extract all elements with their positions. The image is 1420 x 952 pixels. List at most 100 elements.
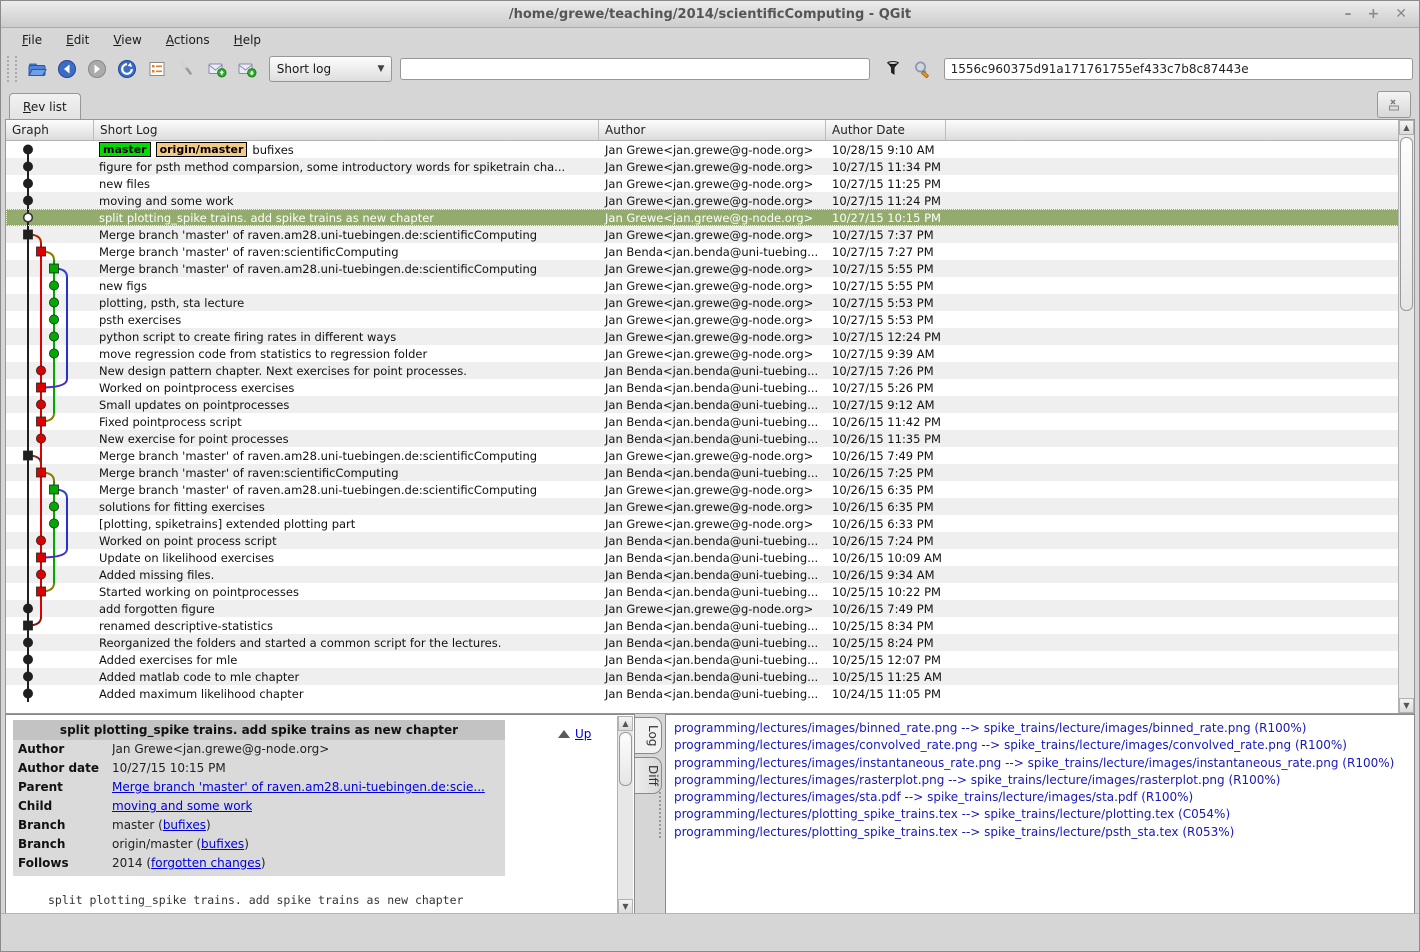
- diff-file-line[interactable]: programming/lectures/images/sta.pdf --> …: [674, 789, 1406, 806]
- toolbar-handle-icon[interactable]: [7, 56, 17, 82]
- detail-link[interactable]: forgotten changes: [151, 856, 261, 870]
- diff-file-line[interactable]: programming/lectures/images/instantaneou…: [674, 755, 1406, 772]
- diff-file-line[interactable]: programming/lectures/plotting_spike_trai…: [674, 824, 1406, 841]
- detail-link[interactable]: bufixes: [201, 837, 244, 851]
- detail-scrollbar[interactable]: ▲ ▼: [617, 716, 633, 914]
- diff-file-line[interactable]: programming/lectures/plotting_spike_trai…: [674, 806, 1406, 823]
- column-header-author[interactable]: Author: [599, 120, 826, 140]
- commit-row[interactable]: New exercise for point processesJan Bend…: [6, 430, 1399, 447]
- tab-corner-button[interactable]: [1377, 91, 1411, 118]
- splitter-handle[interactable]: [659, 792, 663, 838]
- date-cell: 10/26/15 6:33 PM: [826, 517, 1399, 531]
- detail-link[interactable]: moving and some work: [112, 799, 252, 813]
- forward-button[interactable]: [83, 55, 111, 83]
- apply-patch-button[interactable]: [233, 55, 261, 83]
- commit-row[interactable]: Started working on pointprocessesJan Ben…: [6, 583, 1399, 600]
- commit-row[interactable]: Worked on pointprocess exercisesJan Bend…: [6, 379, 1399, 396]
- commit-row[interactable]: Merge branch 'master' of raven.am28.uni-…: [6, 226, 1399, 243]
- diff-file-line[interactable]: programming/lectures/images/convolved_ra…: [674, 737, 1406, 754]
- commit-row[interactable]: Added maximum likelihood chapterJan Bend…: [6, 685, 1399, 702]
- menu-view[interactable]: View: [104, 30, 150, 50]
- column-header-author-date[interactable]: Author Date: [826, 120, 946, 140]
- view-mode-select[interactable]: Short log ▼: [269, 56, 393, 82]
- author-cell: Jan Benda<jan.benda@uni-tuebing...: [599, 619, 826, 633]
- filter-input[interactable]: [400, 58, 869, 80]
- detail-link[interactable]: bufixes: [163, 818, 206, 832]
- commit-row[interactable]: new figsJan Grewe<jan.grewe@g-node.org>1…: [6, 277, 1399, 294]
- reload-button[interactable]: [113, 55, 141, 83]
- scroll-up-icon[interactable]: ▲: [618, 716, 633, 731]
- commit-row[interactable]: new filesJan Grewe<jan.grewe@g-node.org>…: [6, 175, 1399, 192]
- commit-row[interactable]: Merge branch 'master' of raven.am28.uni-…: [6, 481, 1399, 498]
- commit-row[interactable]: Merge branch 'master' of raven:scientifi…: [6, 464, 1399, 481]
- commit-graph: [6, 158, 94, 175]
- column-header-short-log[interactable]: Short Log: [94, 120, 599, 140]
- tab-log[interactable]: Log: [635, 717, 662, 754]
- short-log-cell: split plotting_spike trains. add spike t…: [94, 211, 599, 225]
- commit-row[interactable]: moving and some workJan Grewe<jan.grewe@…: [6, 192, 1399, 209]
- search-edit-button[interactable]: [909, 55, 936, 83]
- commit-row[interactable]: Merge branch 'master' of raven.am28.uni-…: [6, 260, 1399, 277]
- title-bar[interactable]: /home/grewe/teaching/2014/scientificComp…: [1, 1, 1419, 28]
- commit-row[interactable]: Worked on point process scriptJan Benda<…: [6, 532, 1399, 549]
- tab-diff[interactable]: Diff: [635, 757, 662, 794]
- commit-row[interactable]: renamed descriptive-statisticsJan Benda<…: [6, 617, 1399, 634]
- open-folder-button[interactable]: [23, 55, 51, 83]
- sha-input[interactable]: [944, 58, 1413, 80]
- commit-row[interactable]: Merge branch 'master' of raven:scientifi…: [6, 243, 1399, 260]
- commit-row[interactable]: Merge branch 'master' of raven.am28.uni-…: [6, 447, 1399, 464]
- tab-rev-list[interactable]: Rev list: [9, 93, 81, 120]
- scroll-down-icon[interactable]: ▼: [1399, 698, 1414, 713]
- scrollbar-thumb[interactable]: [1400, 137, 1413, 311]
- short-log-cell: Added exercises for mle: [94, 653, 599, 667]
- detail-link[interactable]: Merge branch 'master' of raven.am28.uni-…: [112, 780, 485, 794]
- commit-row[interactable]: New design pattern chapter. Next exercis…: [6, 362, 1399, 379]
- commit-row[interactable]: plotting, psth, sta lectureJan Grewe<jan…: [6, 294, 1399, 311]
- menu-file[interactable]: File: [13, 30, 51, 50]
- scroll-up-icon[interactable]: ▲: [1399, 120, 1414, 135]
- menu-actions[interactable]: Actions: [157, 30, 219, 50]
- minimize-button[interactable]: –: [1345, 7, 1352, 21]
- up-link[interactable]: Up: [558, 727, 591, 741]
- commit-graph: [6, 345, 94, 362]
- save-patch-button[interactable]: [203, 55, 231, 83]
- commit-row[interactable]: Added matlab code to mle chapterJan Bend…: [6, 668, 1399, 685]
- commit-row-selected[interactable]: split plotting_spike trains. add spike t…: [6, 209, 1399, 226]
- commit-row[interactable]: Update on likelihood exercisesJan Benda<…: [6, 549, 1399, 566]
- short-log-cell: Reorganized the folders and started a co…: [94, 636, 599, 650]
- commit-detail-box: split plotting_spike trains. add spike t…: [13, 720, 505, 876]
- scroll-down-icon[interactable]: ▼: [618, 899, 633, 914]
- back-button[interactable]: [53, 55, 81, 83]
- commit-row[interactable]: Reorganized the folders and started a co…: [6, 634, 1399, 651]
- scrollbar-thumb[interactable]: [619, 732, 632, 786]
- rev-list-scrollbar[interactable]: ▲ ▼: [1398, 120, 1414, 713]
- menu-help[interactable]: Help: [225, 30, 270, 50]
- commit-row[interactable]: add forgotten figureJan Grewe<jan.grewe@…: [6, 600, 1399, 617]
- commit-row[interactable]: Small updates on pointprocessesJan Benda…: [6, 396, 1399, 413]
- commit-row[interactable]: Added exercises for mleJan Benda<jan.ben…: [6, 651, 1399, 668]
- column-header-graph[interactable]: Graph: [6, 120, 94, 140]
- diff-file-line[interactable]: programming/lectures/images/binned_rate.…: [674, 720, 1406, 737]
- diff-file-line[interactable]: programming/lectures/images/rasterplot.p…: [674, 772, 1406, 789]
- close-button[interactable]: ✕: [1395, 7, 1407, 21]
- up-link-label[interactable]: Up: [575, 727, 591, 741]
- commit-row[interactable]: Added missing files.Jan Benda<jan.benda@…: [6, 566, 1399, 583]
- commit-row[interactable]: move regression code from statistics to …: [6, 345, 1399, 362]
- commit-row[interactable]: Fixed pointprocess scriptJan Benda<jan.b…: [6, 413, 1399, 430]
- menu-edit[interactable]: Edit: [57, 30, 98, 50]
- commit-row[interactable]: solutions for fitting exercisesJan Grewe…: [6, 498, 1399, 515]
- commit-row[interactable]: [plotting, spiketrains] extended plottin…: [6, 515, 1399, 532]
- commit-row[interactable]: python script to create firing rates in …: [6, 328, 1399, 345]
- commit-row[interactable]: masterorigin/masterbufixesJan Grewe<jan.…: [6, 141, 1399, 158]
- detail-label: Follows: [13, 854, 112, 873]
- commit-row[interactable]: figure for psth method comparsion, some …: [6, 158, 1399, 175]
- commit-graph: [6, 260, 94, 277]
- wand-button[interactable]: [173, 55, 201, 83]
- view-list-button[interactable]: [143, 55, 171, 83]
- window-controls: – + ✕: [1345, 1, 1407, 27]
- filter-button[interactable]: [880, 55, 907, 83]
- date-cell: 10/26/15 11:35 PM: [826, 432, 1399, 446]
- commit-row[interactable]: psth exercisesJan Grewe<jan.grewe@g-node…: [6, 311, 1399, 328]
- maximize-button[interactable]: +: [1368, 7, 1380, 21]
- author-cell: Jan Benda<jan.benda@uni-tuebing...: [599, 381, 826, 395]
